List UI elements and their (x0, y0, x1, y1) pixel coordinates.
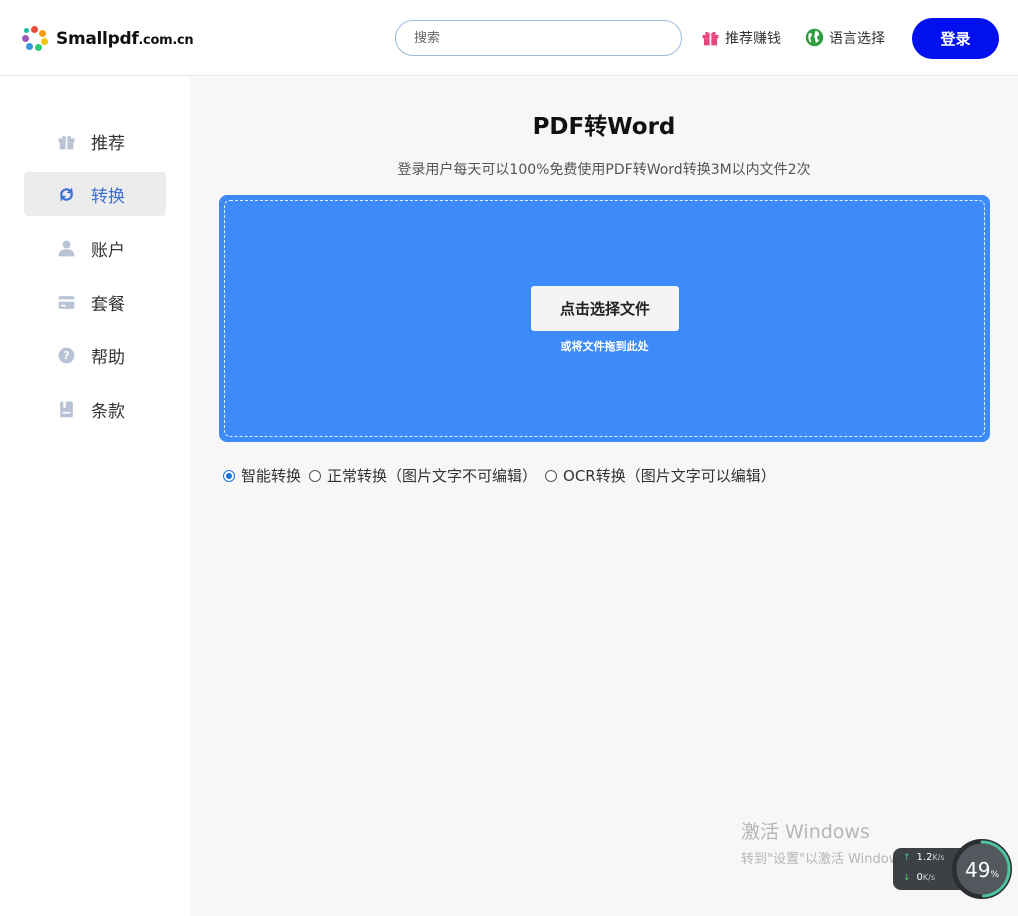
option-smart-convert[interactable]: 智能转换 (223, 465, 301, 486)
radio-button-checked[interactable] (223, 469, 235, 482)
download-speed: ↓ 0K/s (903, 872, 935, 883)
logo-icon (22, 26, 48, 52)
svg-text:?: ? (64, 350, 70, 362)
upload-value: 1.2 (916, 852, 933, 863)
sidebar-item-recommend[interactable]: 推荐 (24, 119, 166, 163)
option-ocr-convert[interactable]: OCR转换（图片文字可以编辑） (545, 465, 776, 486)
sidebar-item-label: 套餐 (91, 294, 125, 315)
conversion-options: 智能转换 正常转换（图片文字不可编辑） OCR转换（图片文字可以编辑） (223, 465, 784, 486)
language-select-label: 语言选择 (829, 30, 885, 47)
page-subtitle: 登录用户每天可以100%免费使用PDF转Word转换3M以内文件2次 (397, 162, 811, 178)
sidebar-item-label: 推荐 (91, 133, 125, 154)
arrow-up-icon: ↑ (903, 853, 911, 863)
sync-icon (60, 186, 73, 202)
choose-file-button[interactable]: 点击选择文件 (531, 286, 679, 331)
top-header: Smallpdf.com.cn 推荐赚钱 语言选择 登录 (0, 0, 1018, 76)
file-dropzone[interactable]: 点击选择文件 或将文件拖到此处 (219, 195, 990, 442)
page-title: PDF转Word (532, 114, 676, 140)
option-normal-convert[interactable]: 正常转换（图片文字不可编辑） (309, 465, 537, 486)
radio-button[interactable] (545, 469, 558, 482)
search-input[interactable] (395, 20, 682, 56)
gift-icon (58, 135, 75, 149)
login-button[interactable]: 登录 (912, 18, 999, 59)
language-select-link[interactable]: 语言选择 (804, 27, 885, 48)
usage-percent: 49% (964, 858, 999, 882)
sidebar-item-label: 转换 (91, 186, 125, 207)
sidebar-item-account[interactable]: 账户 (24, 226, 166, 270)
sidebar-item-plan[interactable]: 套餐 (24, 280, 166, 324)
option-label: 正常转换（图片文字不可编辑） (327, 467, 538, 485)
option-label: 智能转换 (241, 467, 302, 485)
logo[interactable]: Smallpdf.com.cn (22, 26, 194, 52)
logo-text: Smallpdf.com.cn (56, 29, 194, 49)
download-unit: K/s (922, 873, 936, 882)
arrow-down-icon: ↓ (903, 873, 911, 883)
sidebar: 推荐 转换 账户 套餐 ? 帮助 条款 (0, 77, 190, 916)
upload-unit: K/s (932, 853, 945, 862)
help-icon: ? (58, 347, 75, 363)
memory-usage-gauge[interactable]: 49% (952, 839, 1012, 899)
document-icon (60, 401, 73, 417)
gift-icon (702, 31, 719, 46)
card-icon (58, 295, 75, 309)
dropzone-dashed-border: 点击选择文件 或将文件拖到此处 (224, 200, 985, 437)
refer-earn-link[interactable]: 推荐赚钱 (700, 27, 781, 48)
refer-earn-label: 推荐赚钱 (725, 30, 781, 47)
sidebar-item-label: 帮助 (91, 347, 125, 368)
upload-speed: ↑ 1.2K/s (903, 852, 945, 863)
globe-icon (805, 28, 824, 47)
watermark-title: 激活 Windows (741, 821, 870, 843)
drop-hint-text: 或将文件拖到此处 (560, 340, 649, 353)
sidebar-item-help[interactable]: ? 帮助 (24, 333, 166, 377)
main-content: PDF转Word 登录用户每天可以100%免费使用PDF转Word转换3M以内文… (190, 77, 1018, 916)
radio-button[interactable] (309, 469, 322, 482)
sidebar-item-label: 账户 (91, 240, 125, 261)
sidebar-item-label: 条款 (91, 401, 125, 422)
user-icon (58, 240, 75, 256)
sidebar-item-terms[interactable]: 条款 (24, 387, 166, 431)
sidebar-item-convert[interactable]: 转换 (24, 172, 166, 216)
option-label: OCR转换（图片文字可以编辑） (563, 467, 776, 485)
